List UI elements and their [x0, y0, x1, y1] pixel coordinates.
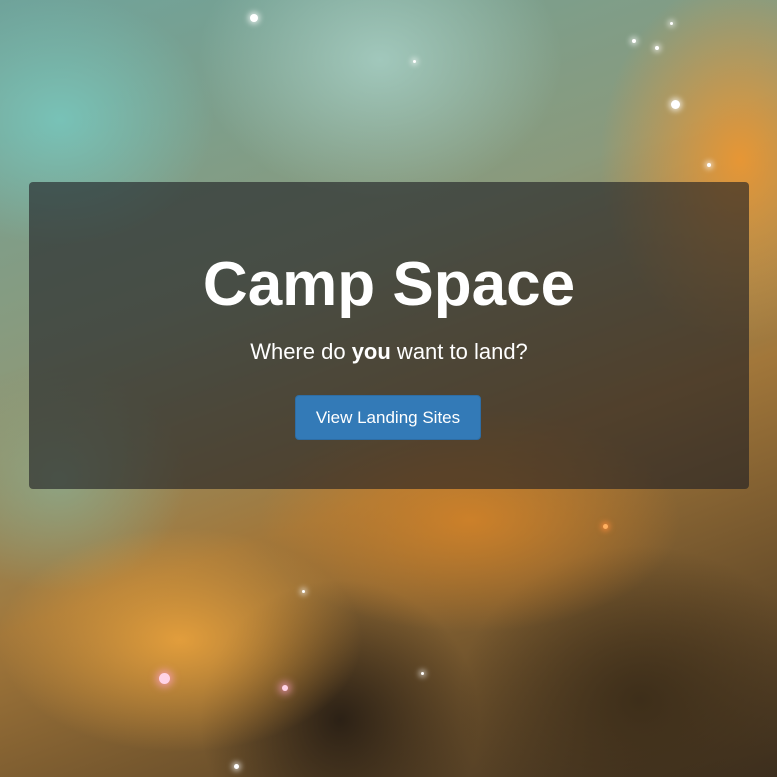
star [302, 590, 305, 593]
star [655, 46, 659, 50]
star [413, 60, 416, 63]
star [707, 163, 711, 167]
hero-subtitle: Where do you want to land? [29, 338, 749, 366]
nebula-background: Camp Space Where do you want to land? Vi… [0, 0, 777, 777]
hero-card: Camp Space Where do you want to land? Vi… [29, 182, 749, 489]
view-landing-sites-button[interactable]: View Landing Sites [295, 395, 481, 440]
star [282, 685, 288, 691]
page-title: Camp Space [202, 250, 576, 319]
subtitle-text-before: Where do [250, 339, 352, 364]
star [670, 22, 673, 25]
subtitle-text-after: want to land? [390, 339, 528, 364]
star [603, 524, 608, 529]
subtitle-emphasis: you [351, 339, 391, 364]
star [250, 14, 258, 22]
star [632, 39, 636, 43]
star [234, 764, 239, 769]
star [421, 672, 424, 675]
star [159, 673, 170, 684]
star [671, 100, 680, 109]
